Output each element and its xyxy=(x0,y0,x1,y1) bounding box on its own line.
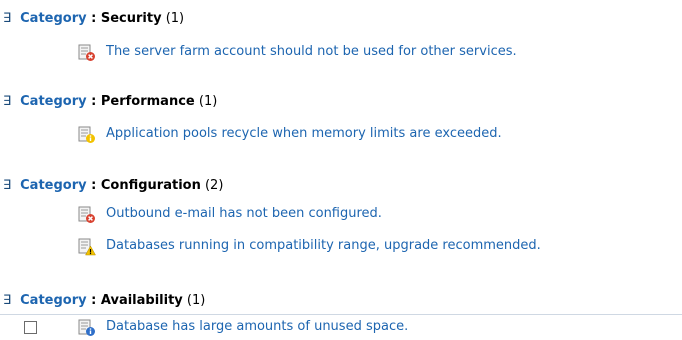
category-link[interactable]: Category xyxy=(20,178,86,193)
group-header-performance: ∃ Category : Performance (1) xyxy=(3,93,217,111)
category-link[interactable]: Category xyxy=(20,293,86,308)
rule-link[interactable]: Databases running in compatibility range… xyxy=(106,236,541,256)
warning-document-icon xyxy=(78,238,96,256)
category-count: (2) xyxy=(204,178,224,193)
category-name: Performance xyxy=(100,94,195,109)
error-document-icon xyxy=(78,44,95,61)
row-select-checkbox[interactable] xyxy=(24,321,37,334)
collapse-toggle-icon[interactable]: ∃ xyxy=(3,177,16,195)
category-count: (1) xyxy=(165,11,185,26)
row-divider xyxy=(0,314,682,315)
category-name: Availability xyxy=(100,293,183,308)
category-separator: : xyxy=(86,293,101,308)
rule-row: Databases running in compatibility range… xyxy=(0,236,682,256)
rule-link[interactable]: Database has large amounts of unused spa… xyxy=(106,317,408,337)
category-name: Configuration xyxy=(100,178,201,193)
category-name: Security xyxy=(100,11,162,26)
category-count: (1) xyxy=(198,94,218,109)
rule-link[interactable]: Outbound e-mail has not been configured. xyxy=(106,204,382,224)
category-separator: : xyxy=(86,94,101,109)
rule-row: Application pools recycle when memory li… xyxy=(0,124,682,144)
group-header-security: ∃ Category : Security (1) xyxy=(3,10,184,28)
rule-row: Database has large amounts of unused spa… xyxy=(0,317,682,337)
collapse-toggle-icon[interactable]: ∃ xyxy=(3,93,16,111)
category-link[interactable]: Category xyxy=(20,94,86,109)
info-document-icon xyxy=(78,126,95,143)
category-separator: : xyxy=(86,178,101,193)
rule-link[interactable]: Application pools recycle when memory li… xyxy=(106,124,502,144)
collapse-toggle-icon[interactable]: ∃ xyxy=(3,10,16,28)
group-header-availability: ∃ Category : Availability (1) xyxy=(3,292,205,310)
collapse-toggle-icon[interactable]: ∃ xyxy=(3,292,16,310)
error-document-icon xyxy=(78,206,95,223)
rule-row: The server farm account should not be us… xyxy=(0,42,682,62)
rule-row: Outbound e-mail has not been configured. xyxy=(0,204,682,224)
group-header-configuration: ∃ Category : Configuration (2) xyxy=(3,177,223,195)
category-separator: : xyxy=(86,11,101,26)
rule-link[interactable]: The server farm account should not be us… xyxy=(106,42,517,62)
category-count: (1) xyxy=(186,293,206,308)
category-link[interactable]: Category xyxy=(20,11,86,26)
info-document-icon xyxy=(78,319,95,336)
